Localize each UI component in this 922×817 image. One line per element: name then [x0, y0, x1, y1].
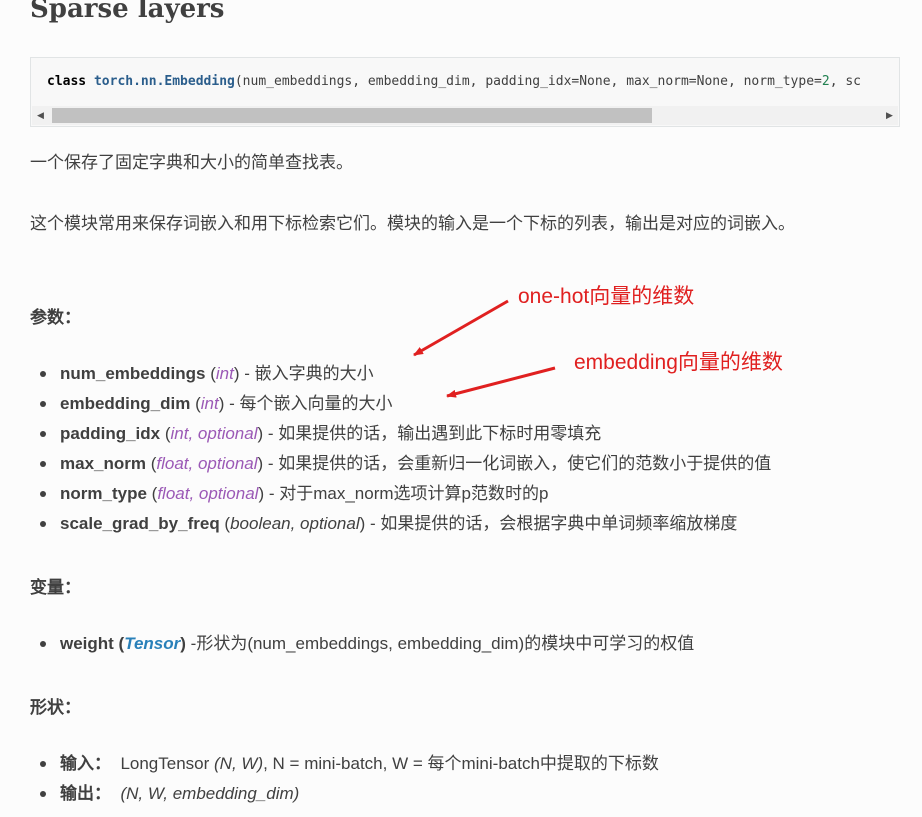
annotation-arrows — [413, 299, 556, 398]
arrow-embedding — [446, 366, 556, 398]
arrow-one-hot — [413, 299, 509, 357]
